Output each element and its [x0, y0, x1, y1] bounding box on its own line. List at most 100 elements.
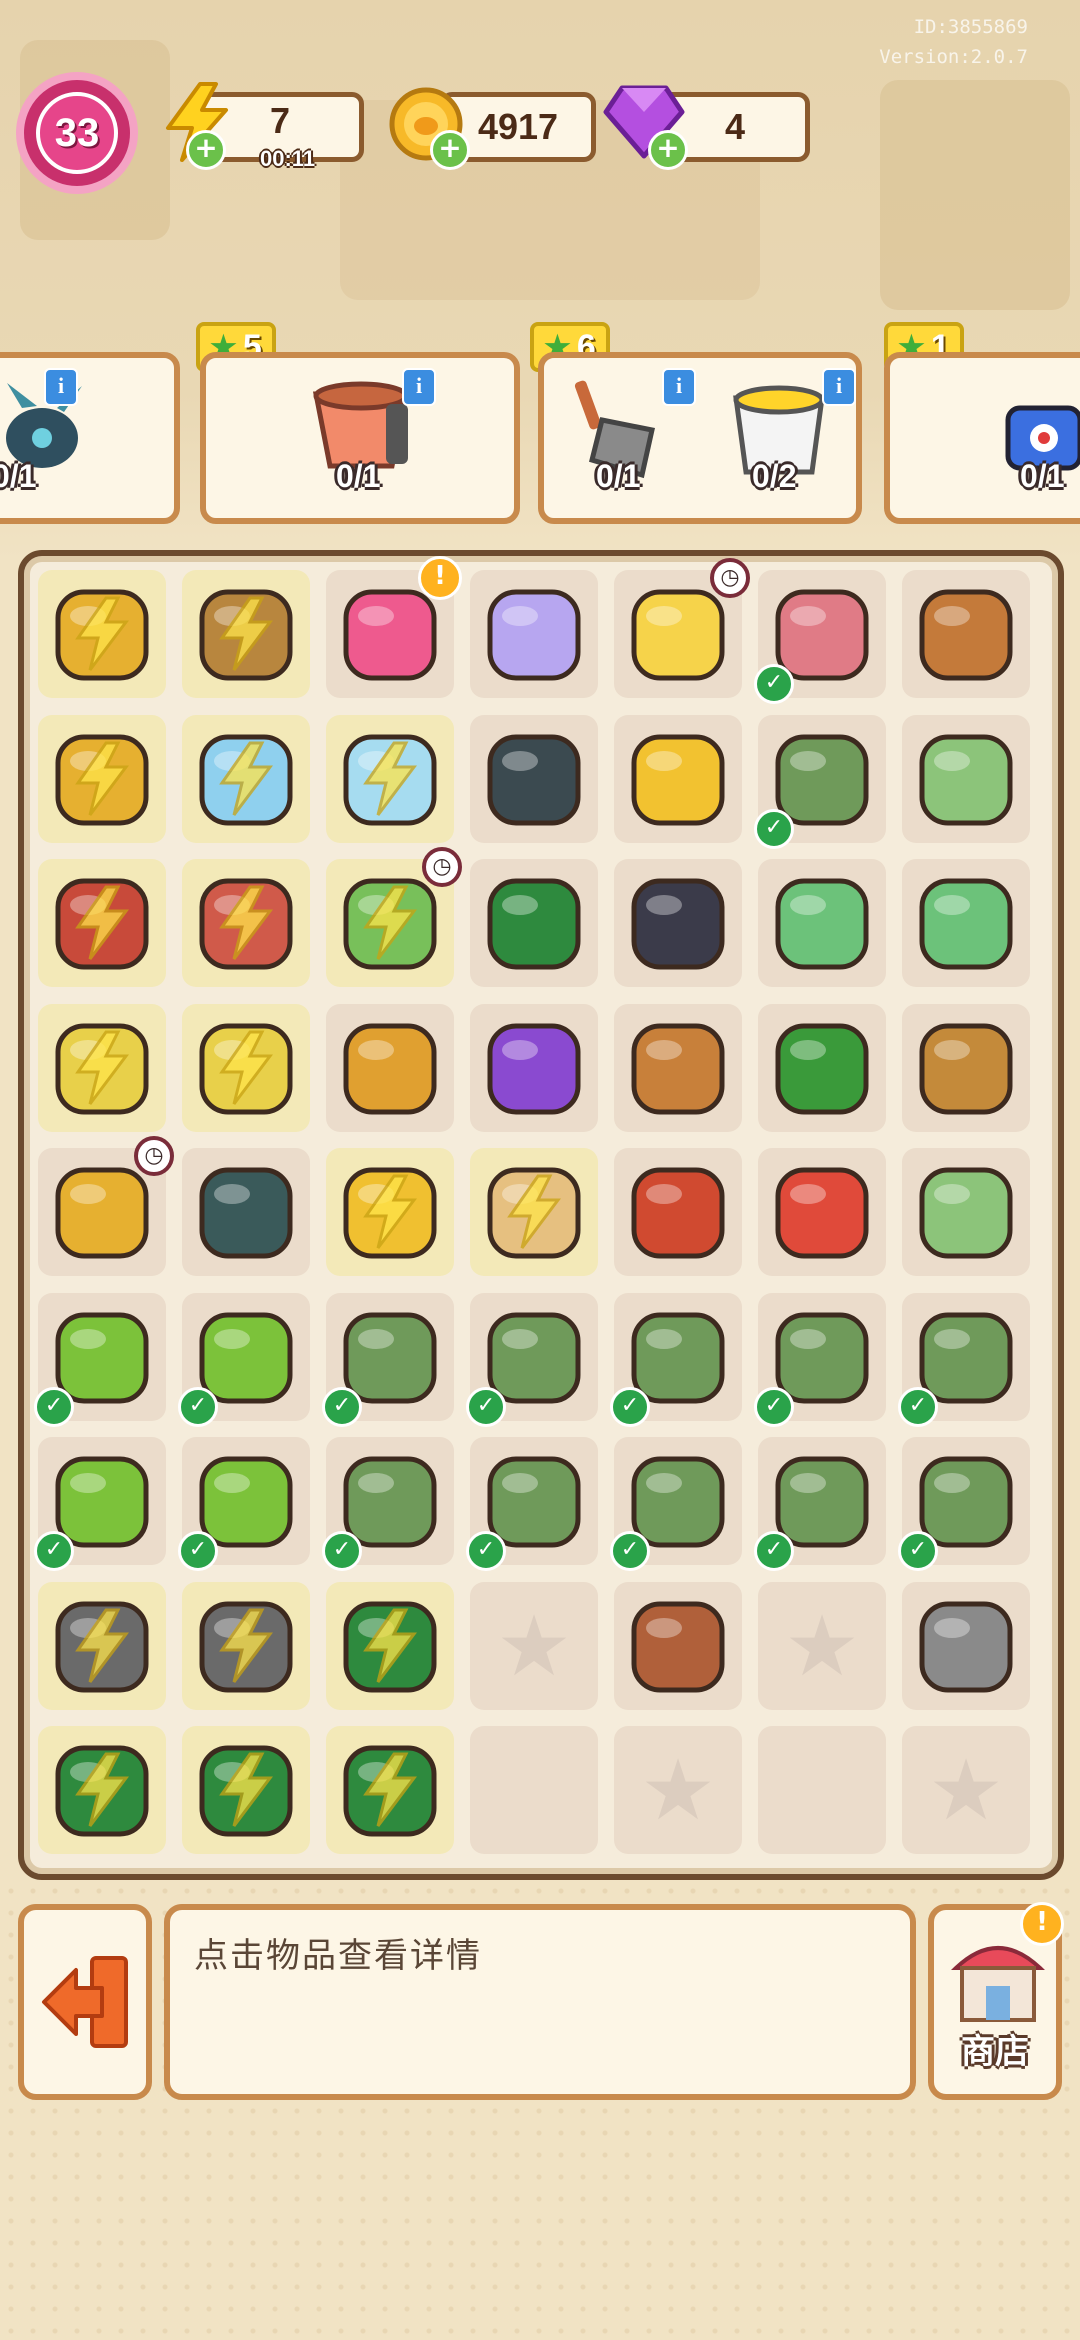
- board-cell[interactable]: ✓: [178, 1292, 310, 1427]
- board-cell[interactable]: [758, 1726, 886, 1854]
- board-cell[interactable]: [326, 1148, 454, 1276]
- level-badge[interactable]: 33: [16, 72, 138, 194]
- board-cell[interactable]: [614, 714, 742, 843]
- board-cell[interactable]: ★: [758, 1581, 886, 1710]
- shop-button[interactable]: ! 商店: [928, 1902, 1064, 2100]
- board-cell[interactable]: ✓: [610, 1437, 742, 1571]
- board-cell[interactable]: [182, 1726, 310, 1854]
- add-coins-button[interactable]: +: [430, 130, 470, 170]
- background-shelf: [880, 80, 1070, 310]
- order-info-icon[interactable]: i: [822, 368, 856, 406]
- board-cell[interactable]: [38, 1726, 166, 1854]
- board-cell[interactable]: ✓: [322, 1292, 454, 1427]
- shop-label: 商店: [961, 2032, 1029, 2072]
- board-cell[interactable]: [470, 1726, 598, 1854]
- player-id-text: ID:3855869: [913, 16, 1028, 38]
- wrench-icon: [919, 1601, 1013, 1692]
- add-energy-button[interactable]: +: [186, 130, 226, 170]
- gold-medal-icon: [631, 734, 725, 825]
- board-cell[interactable]: [902, 714, 1030, 843]
- board-cell[interactable]: [38, 1581, 166, 1710]
- board-cell[interactable]: ✓: [610, 1292, 742, 1427]
- order-progress: 0/1: [0, 458, 37, 494]
- board-cell[interactable]: [902, 1581, 1030, 1710]
- drill-icon: [631, 1167, 725, 1259]
- board-cell[interactable]: [182, 859, 310, 987]
- empty-basket-icon: [919, 1023, 1013, 1114]
- board-cell[interactable]: [758, 1148, 886, 1276]
- order-card-1[interactable]: i 0/1: [0, 352, 180, 524]
- wooden-drawers-icon: [343, 1023, 437, 1114]
- board-cell[interactable]: [182, 1003, 310, 1132]
- board-cell[interactable]: [470, 570, 598, 698]
- board-cell[interactable]: ✓: [466, 1437, 598, 1571]
- board-cell[interactable]: ✓: [34, 1292, 166, 1427]
- board-cell[interactable]: [470, 1148, 598, 1276]
- board-cell[interactable]: ✓: [178, 1437, 310, 1571]
- board-cell[interactable]: ★: [614, 1726, 742, 1854]
- board-cell[interactable]: [326, 1003, 454, 1132]
- cash-pile-icon: [919, 878, 1013, 970]
- board-cell[interactable]: ✓: [898, 1292, 1030, 1427]
- board-cell[interactable]: ✓: [754, 570, 886, 704]
- ready-check-icon: ✓: [178, 1531, 218, 1571]
- board-cell[interactable]: [38, 1003, 166, 1132]
- order-info-icon[interactable]: i: [662, 368, 696, 406]
- ready-check-icon: ✓: [754, 1531, 794, 1571]
- board-cell[interactable]: [614, 1003, 742, 1132]
- board-cell[interactable]: [758, 859, 886, 987]
- board-cell[interactable]: ◷: [326, 847, 462, 987]
- board-cell[interactable]: ★: [902, 1726, 1030, 1854]
- board-cell[interactable]: [902, 859, 1030, 987]
- board-cell[interactable]: [182, 1148, 310, 1276]
- order-card-3[interactable]: i 0/1 i 0/2: [538, 352, 862, 524]
- board-cell[interactable]: [902, 570, 1030, 698]
- board-cell[interactable]: [470, 859, 598, 987]
- board-cell[interactable]: [902, 1148, 1030, 1276]
- locked-bolt-icon: [75, 741, 129, 816]
- ready-check-icon: ✓: [322, 1386, 362, 1427]
- timer-clock-icon: ◷: [422, 847, 462, 887]
- order-progress: 0/1: [336, 458, 381, 494]
- order-card-4[interactable]: 0/1: [884, 352, 1080, 524]
- board-cell[interactable]: [182, 1581, 310, 1710]
- order-info-icon[interactable]: i: [402, 368, 436, 406]
- board-cell[interactable]: [614, 859, 742, 987]
- board-cell[interactable]: [758, 1003, 886, 1132]
- level-number: 33: [36, 92, 118, 174]
- board-cell[interactable]: [182, 570, 310, 698]
- order-info-icon[interactable]: i: [44, 368, 78, 406]
- board-cell[interactable]: ✓: [754, 714, 886, 849]
- locked-bolt-icon: [219, 741, 273, 816]
- board-cell[interactable]: ✓: [34, 1437, 166, 1571]
- board-cell[interactable]: ✓: [466, 1292, 598, 1427]
- locked-bolt-icon: [507, 1174, 561, 1249]
- board-cell[interactable]: ✓: [754, 1292, 886, 1427]
- board-cell[interactable]: [326, 1581, 454, 1710]
- order-card-2[interactable]: i 0/1: [200, 352, 520, 524]
- board-cell[interactable]: [470, 714, 598, 843]
- coin-value: 4917: [477, 106, 559, 147]
- board-cell[interactable]: ✓: [754, 1437, 886, 1571]
- board-cell[interactable]: [326, 714, 454, 843]
- board-cell[interactable]: [614, 1581, 742, 1710]
- add-gems-button[interactable]: +: [648, 130, 688, 170]
- board-cell[interactable]: ◷: [614, 558, 750, 698]
- board-cell[interactable]: [38, 859, 166, 987]
- board-cell[interactable]: [38, 570, 166, 698]
- board-cell[interactable]: [470, 1003, 598, 1132]
- board-cell[interactable]: ✓: [898, 1437, 1030, 1571]
- board-cell[interactable]: ★: [470, 1581, 598, 1710]
- order-progress: 0/1: [1020, 458, 1065, 494]
- board-cell[interactable]: [38, 714, 166, 843]
- ready-check-icon: ✓: [178, 1386, 218, 1427]
- board-cell[interactable]: ◷: [38, 1136, 174, 1276]
- board-cell[interactable]: !: [326, 556, 462, 698]
- board-cell[interactable]: [326, 1726, 454, 1854]
- board-cell[interactable]: [182, 714, 310, 843]
- board-cell[interactable]: [902, 1003, 1030, 1132]
- board-cell[interactable]: [614, 1148, 742, 1276]
- board-cell[interactable]: ✓: [322, 1437, 454, 1571]
- exit-button[interactable]: [18, 1904, 152, 2100]
- locked-bolt-icon: [363, 741, 417, 816]
